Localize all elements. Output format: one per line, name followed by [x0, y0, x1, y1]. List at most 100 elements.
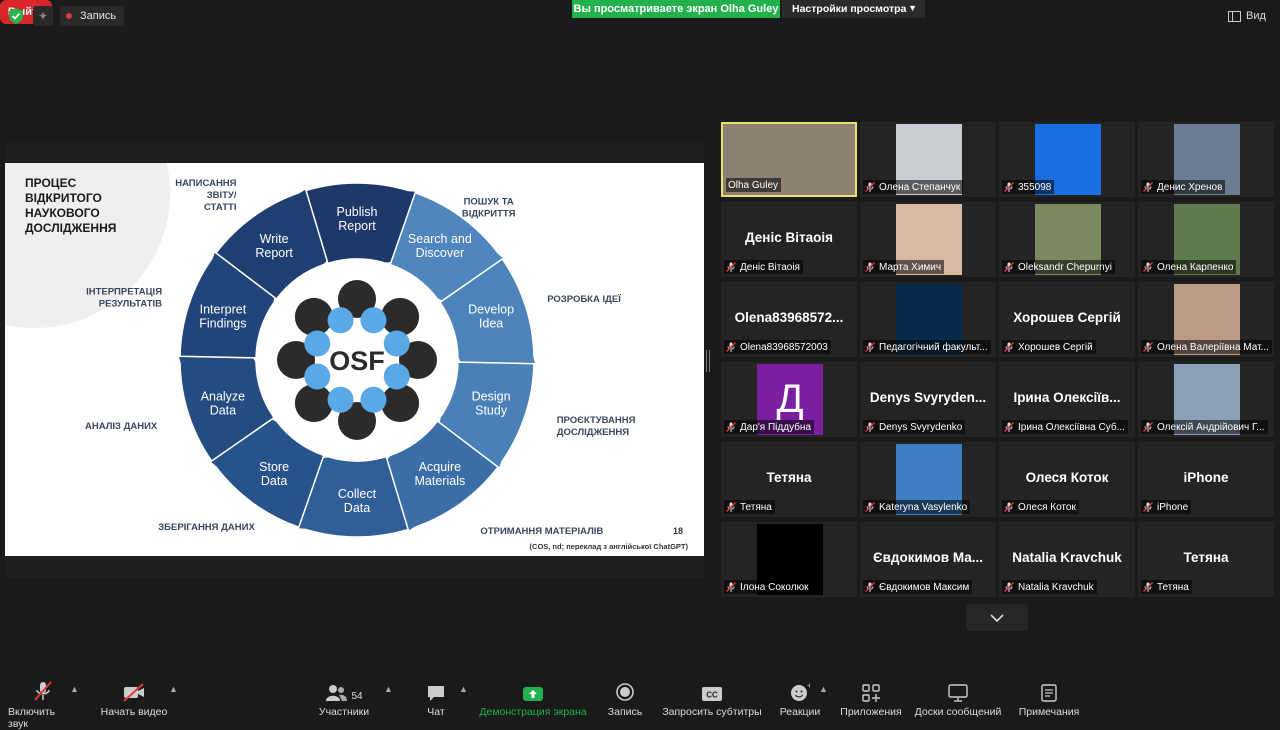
mic-muted-icon: [865, 422, 875, 432]
participant-name-label: Хорошев Сергій: [1002, 340, 1096, 354]
participant-display-name: Тетяна: [1183, 550, 1229, 565]
recording-indicator[interactable]: Запись: [60, 6, 125, 26]
security-shield-icon[interactable]: [6, 6, 26, 26]
participant-tile[interactable]: Denys Svyryden... Denys Svyrydenko: [860, 362, 996, 437]
participant-name: Тетяна: [1157, 581, 1189, 593]
participant-name-label: Олена Карпенко: [1141, 260, 1237, 274]
recording-label: Запись: [80, 10, 117, 22]
osf-logo-dark-dot: [381, 384, 420, 423]
osf-logo-dark-dot: [381, 297, 420, 336]
mic-muted-icon: [1004, 582, 1014, 592]
participants-icon: [326, 685, 348, 701]
participant-display-name: Деніс Вітаоія: [745, 230, 833, 245]
participant-tile[interactable]: Ілона Соколюк: [721, 522, 857, 597]
cycle-outer-label: ОТРИМАННЯ МАТЕРІАЛІВ: [480, 526, 603, 537]
mic-muted-icon: [865, 342, 875, 352]
osf-logo-blue-dot: [360, 386, 387, 413]
cycle-outer-label: ЗБЕРІГАННЯ ДАНИХ: [158, 522, 255, 533]
participant-tile[interactable]: Oleksandr Chepurnyi: [999, 202, 1135, 277]
request-captions-button[interactable]: CC Запросить субтитры: [662, 680, 762, 718]
participant-tile[interactable]: Марта Химич: [860, 202, 996, 277]
participant-tile[interactable]: Олексій Андрійович Г...: [1138, 362, 1274, 437]
notes-button[interactable]: Примечания: [1016, 680, 1082, 718]
record-button[interactable]: Запись: [604, 680, 646, 718]
panel-resize-handle[interactable]: [706, 350, 710, 372]
participant-tile[interactable]: Олена Валеріївна Мат...: [1138, 282, 1274, 357]
participant-tile[interactable]: Денис Хренов: [1138, 122, 1274, 197]
sparkle-icon[interactable]: ✦: [33, 6, 53, 26]
view-options-dropdown[interactable]: Настройки просмотра ▼: [782, 0, 925, 18]
participant-name: Олексій Андрійович Г...: [1157, 421, 1265, 433]
reactions-button[interactable]: + Реакции: [778, 680, 822, 718]
chat-options-caret-icon[interactable]: ▲: [459, 684, 468, 694]
record-icon: [616, 683, 634, 701]
mic-muted-icon: [726, 502, 736, 512]
participant-name: Тетяна: [740, 501, 772, 513]
unmute-button[interactable]: Включить звук: [8, 680, 78, 730]
participants-options-caret-icon[interactable]: ▲: [384, 684, 393, 694]
participant-tile[interactable]: Ірина Олексіїв... Ірина Олексіївна Суб...: [999, 362, 1135, 437]
participant-tile[interactable]: Тетяна Тетяна: [1138, 522, 1274, 597]
participant-tile[interactable]: Natalia Kravchuk Natalia Kravchuk: [999, 522, 1135, 597]
participant-tile[interactable]: Д Дар'я Піддубна: [721, 362, 857, 437]
participant-tile[interactable]: Olena83968572... Olena83968572003: [721, 282, 857, 357]
participant-name: iPhone: [1157, 501, 1189, 513]
shared-slide: ПРОЦЕС ВІДКРИТОГО НАУКОВОГО ДОСЛІДЖЕННЯ …: [5, 163, 704, 556]
mic-muted-icon: [865, 182, 875, 192]
whiteboards-button[interactable]: Доски сообщений: [912, 680, 1004, 718]
osf-logo-blue-dot: [304, 330, 331, 357]
recording-dot-icon: [66, 13, 72, 19]
gallery-next-page-button[interactable]: [966, 604, 1028, 631]
chevron-down-icon: [990, 613, 1004, 622]
cycle-segment-label: Design: [472, 390, 511, 404]
participant-tile[interactable]: Євдокимов Ма... Євдокимов Максим: [860, 522, 996, 597]
cycle-outer-label: НАПИСАННЯ: [175, 178, 236, 189]
reactions-label: Реакции: [779, 706, 821, 718]
participant-tile[interactable]: Kateryna Vasylenko: [860, 442, 996, 517]
slide-title-line: ВІДКРИТОГО: [25, 191, 102, 205]
participant-name: Kateryna Vasylenko: [879, 501, 968, 513]
participant-tile[interactable]: Олена Карпенко: [1138, 202, 1274, 277]
participant-tile[interactable]: iPhone iPhone: [1138, 442, 1274, 517]
participant-tile[interactable]: Тетяна Тетяна: [721, 442, 857, 517]
participant-name: 355098: [1018, 181, 1052, 193]
cycle-outer-label: АНАЛІЗ ДАНИХ: [85, 421, 158, 432]
participant-tile[interactable]: Олеся Коток Олеся Коток: [999, 442, 1135, 517]
view-button[interactable]: Вид: [1228, 8, 1266, 24]
start-video-button[interactable]: Начать видео: [98, 680, 170, 718]
video-options-caret-icon[interactable]: ▲: [169, 684, 178, 694]
mic-muted-icon: [1004, 182, 1014, 192]
participant-tile[interactable]: Деніс Вітаоія Деніс Вітаоія: [721, 202, 857, 277]
view-label: Вид: [1246, 10, 1266, 22]
cycle-segment-label: Write: [260, 232, 289, 246]
participants-button[interactable]: 54 Участники: [318, 680, 370, 718]
audio-options-caret-icon[interactable]: ▲: [70, 684, 79, 694]
chat-button[interactable]: Чат: [418, 680, 454, 718]
participant-tile[interactable]: Педагогічний факульт...: [860, 282, 996, 357]
avatar-letter: Д: [776, 377, 804, 421]
mic-muted-icon: [726, 422, 736, 432]
mic-muted-icon: [1143, 502, 1153, 512]
cycle-segment-label: Report: [255, 246, 293, 260]
participant-display-name: Ірина Олексіїв...: [1013, 390, 1121, 405]
participants-count: 54: [351, 691, 363, 702]
cycle-segment-label: Search and: [408, 232, 472, 246]
participant-tile[interactable]: Хорошев Сергій Хорошев Сергій: [999, 282, 1135, 357]
apps-button[interactable]: Приложения: [838, 680, 904, 718]
participant-name-label: Denys Svyrydenko: [863, 420, 966, 434]
mic-muted-icon: [726, 262, 736, 272]
participant-name: Дар'я Піддубна: [740, 421, 812, 433]
reactions-options-caret-icon[interactable]: ▲: [819, 684, 828, 694]
participant-name-label: Олексій Андрійович Г...: [1141, 420, 1268, 434]
cycle-outer-label: ЗВІТУ/СТАТТІ: [231, 163, 293, 165]
participant-name-label: Олеся Коток: [1002, 500, 1079, 514]
share-screen-label: Демонстрация экрана: [479, 706, 587, 718]
share-screen-button[interactable]: Демонстрация экрана: [478, 680, 588, 718]
svg-text:+: +: [807, 682, 810, 690]
participant-tile[interactable]: Олена Степанчук: [860, 122, 996, 197]
participant-tile[interactable]: 355098: [999, 122, 1135, 197]
participant-name-label: Olha Guley: [726, 178, 782, 192]
participant-display-name: Євдокимов Ма...: [872, 550, 984, 565]
mic-muted-icon: [726, 582, 736, 592]
participant-tile[interactable]: Olha Guley: [721, 122, 857, 197]
